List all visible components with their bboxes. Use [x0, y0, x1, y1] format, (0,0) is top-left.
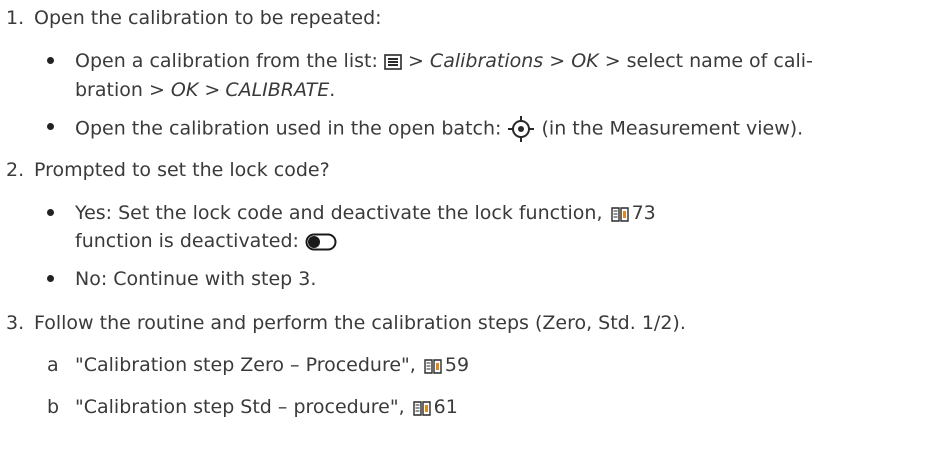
step-3-text: Follow the routine and perform the calib… — [34, 312, 686, 334]
menu-list-icon — [384, 50, 402, 74]
toggle-off-icon — [305, 230, 337, 254]
calibrations-menu-term: Calibrations — [429, 50, 544, 72]
step-2-text: Prompted to set the lock code? — [34, 159, 330, 181]
bullet-dot — [47, 57, 54, 64]
bullet-text: Open the calibration used in the open ba… — [75, 117, 502, 140]
page-reference: 73 — [631, 202, 656, 224]
step-1-text: Open the calibration to be repeated: — [34, 7, 382, 29]
ok-term: OK — [170, 79, 199, 101]
bullet-dot — [47, 123, 54, 130]
page-reference: 61 — [433, 396, 458, 418]
reference-title: "Calibration step Std – procedure", — [75, 396, 405, 418]
manual-book-icon — [424, 356, 442, 380]
step-1-bullet-1-line-1: Open a calibration from the list: > Cali… — [75, 49, 813, 73]
manual-book-icon — [412, 398, 431, 422]
step-2-bullet-2: No: Continue with step 3. — [75, 268, 317, 290]
ok-term: OK — [571, 50, 599, 72]
bullet-text: bration > — [75, 79, 165, 101]
substep-b-reference[interactable]: "Calibration step Std – procedure", 61 — [75, 395, 458, 419]
step-3-number: 3. — [6, 312, 25, 334]
separator: > — [407, 50, 424, 72]
bullet-dot — [47, 209, 54, 216]
bullet-text: Open a calibration from the list: — [75, 50, 378, 72]
reference-title: "Calibration step Zero – Procedure", — [75, 354, 416, 376]
step-2-bullet-1-line-2: function is deactivated: — [75, 229, 337, 253]
period: . — [329, 79, 336, 101]
bullet-text: (in the Measurement view). — [541, 117, 804, 140]
separator: > — [204, 79, 221, 101]
substep-a-reference[interactable]: "Calibration step Zero – Procedure", 59 — [75, 353, 469, 377]
manual-book-icon — [610, 204, 629, 228]
bullet-text: > select name of cali- — [604, 50, 813, 72]
page-reference: 59 — [444, 354, 470, 376]
substep-b-letter: b — [47, 396, 60, 418]
substep-a-letter: a — [47, 354, 59, 376]
bullet-dot — [47, 275, 54, 282]
bullet-text: Yes: Set the lock code and deactivate th… — [75, 202, 603, 224]
calibrate-term: CALIBRATE — [225, 79, 330, 101]
step-1-number: 1. — [6, 7, 25, 29]
step-2-bullet-1-line-1: Yes: Set the lock code and deactivate th… — [75, 201, 656, 225]
bullet-text: function is deactivated: — [75, 230, 299, 252]
step-1-bullet-1-line-2: bration > OK > CALIBRATE. — [75, 78, 335, 102]
step-1-bullet-2: Open the calibration used in the open ba… — [75, 115, 804, 142]
crosshair-target-icon — [507, 115, 535, 143]
step-2-number: 2. — [6, 159, 25, 181]
separator: > — [549, 50, 566, 72]
